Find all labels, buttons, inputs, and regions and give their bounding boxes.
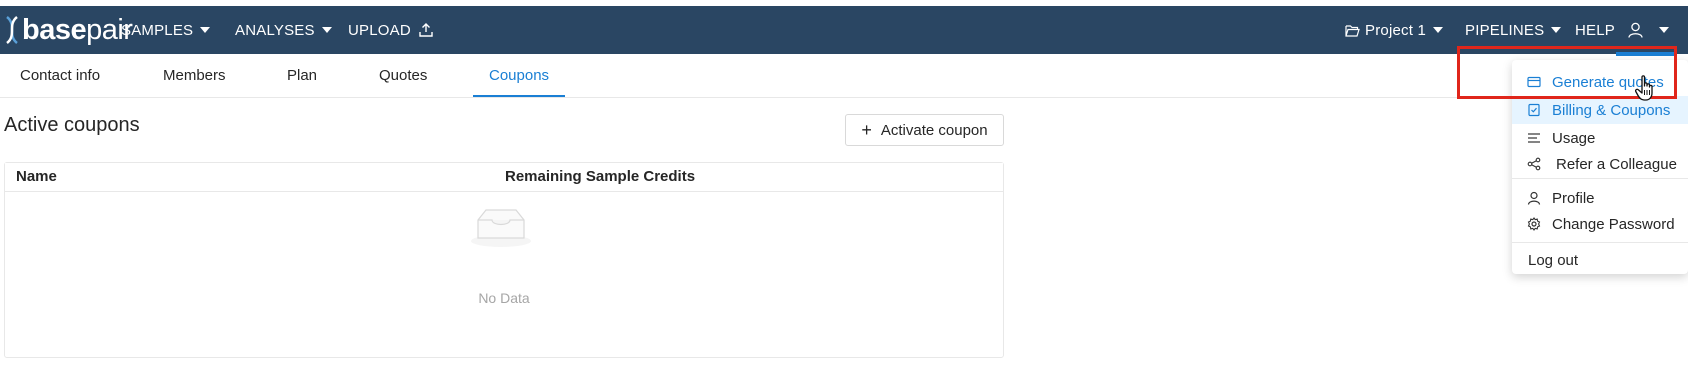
user-menu-caret-icon[interactable] xyxy=(1659,27,1669,33)
account-tabs: Contact info Members Plan Quotes Coupons xyxy=(0,54,1510,98)
caret-down-icon xyxy=(1551,27,1562,33)
tab-plan[interactable]: Plan xyxy=(287,54,317,98)
menu-item-usage[interactable]: Usage xyxy=(1512,124,1688,152)
nav-samples-label: SAMPLES xyxy=(121,21,194,39)
folder-open-icon xyxy=(1345,24,1360,37)
coupons-table: Name Remaining Sample Credits xyxy=(4,162,1004,358)
nav-upload-label: UPLOAD xyxy=(348,21,411,39)
table-header: Name Remaining Sample Credits xyxy=(5,163,1003,192)
menu-item-billing-coupons[interactable]: Billing & Coupons xyxy=(1512,96,1688,124)
menu-item-label: Log out xyxy=(1528,251,1579,269)
menu-item-label: Change Password xyxy=(1552,215,1675,233)
menu-divider xyxy=(1512,178,1688,179)
basepair-logo[interactable]: basepair xyxy=(4,13,133,47)
activate-coupon-button[interactable]: + Activate coupon xyxy=(845,114,1004,146)
caret-down-icon xyxy=(200,27,211,33)
tab-contact-info[interactable]: Contact info xyxy=(20,54,100,98)
menu-item-change-password[interactable]: Change Password xyxy=(1512,210,1688,238)
menu-item-profile[interactable]: Profile xyxy=(1512,184,1688,212)
column-header-name: Name xyxy=(16,168,57,185)
tab-members[interactable]: Members xyxy=(163,54,226,98)
upload-icon xyxy=(419,23,433,37)
nav-upload[interactable]: UPLOAD xyxy=(348,6,433,54)
column-header-remaining-credits: Remaining Sample Credits xyxy=(505,168,696,185)
nav-project-selector[interactable]: Project 1 xyxy=(1345,6,1443,54)
gear-icon xyxy=(1527,217,1541,231)
usage-icon xyxy=(1528,133,1540,143)
nav-pipelines-label: PIPELINES xyxy=(1465,21,1545,39)
tab-coupons[interactable]: Coupons xyxy=(489,54,549,98)
share-icon xyxy=(1527,157,1541,171)
activate-coupon-label: Activate coupon xyxy=(880,121,988,139)
no-data-text: No Data xyxy=(478,290,530,306)
empty-inbox-icon xyxy=(471,209,531,247)
nav-analyses-label: ANALYSES xyxy=(235,21,315,39)
menu-divider xyxy=(1512,242,1688,243)
logo-text-bold: base xyxy=(22,13,87,46)
dna-logo-icon xyxy=(6,16,18,44)
menu-item-label: Profile xyxy=(1552,189,1595,207)
caret-down-icon xyxy=(1433,27,1443,33)
tab-quotes[interactable]: Quotes xyxy=(379,54,427,98)
menu-item-label: Billing & Coupons xyxy=(1552,101,1671,119)
menu-item-label: Refer a Colleague xyxy=(1556,155,1677,173)
menu-item-log-out[interactable]: Log out xyxy=(1512,246,1688,274)
nav-samples[interactable]: SAMPLES xyxy=(121,6,211,54)
page-title: Active coupons xyxy=(4,114,140,136)
nav-help-label: HELP xyxy=(1575,21,1615,39)
nav-analyses[interactable]: ANALYSES xyxy=(235,6,332,54)
hand-cursor-icon xyxy=(1635,75,1653,101)
user-icon xyxy=(1628,22,1643,38)
nav-project-label: Project 1 xyxy=(1365,21,1426,39)
menu-item-refer-colleague[interactable]: Refer a Colleague xyxy=(1512,150,1688,178)
logo-wordmark: basepair xyxy=(22,13,133,47)
caret-down-icon xyxy=(321,27,332,33)
top-nav-bar: basepair SAMPLES ANALYSES UPLOAD Project… xyxy=(0,6,1688,54)
user-icon xyxy=(1527,191,1541,205)
active-tab-indicator xyxy=(473,95,565,97)
menu-item-label: Usage xyxy=(1552,129,1596,147)
billing-icon xyxy=(1528,103,1540,117)
plus-icon: + xyxy=(861,120,872,140)
